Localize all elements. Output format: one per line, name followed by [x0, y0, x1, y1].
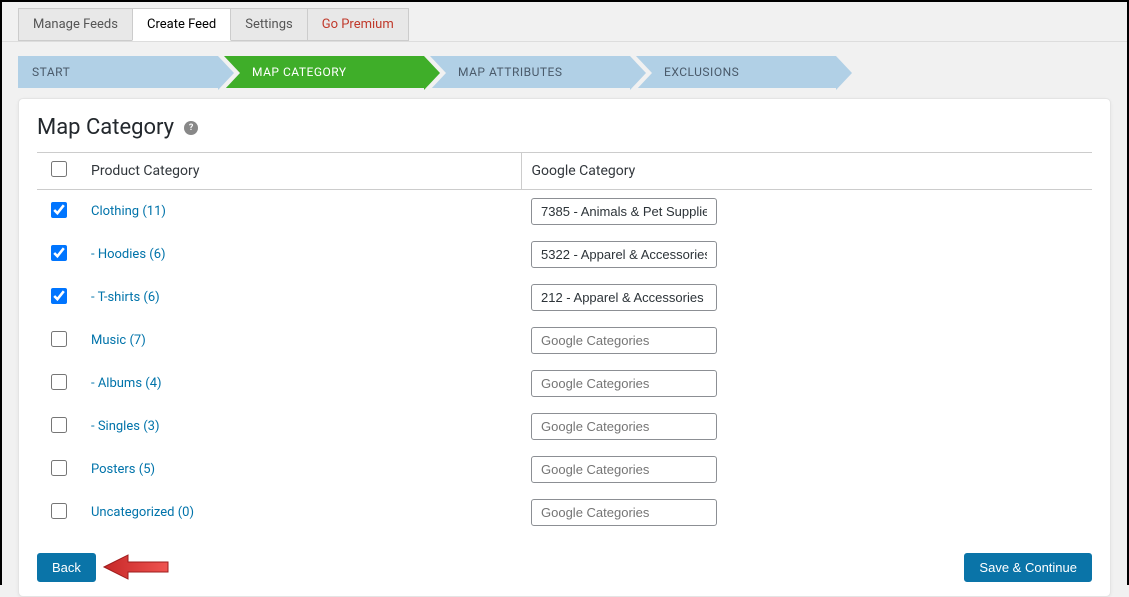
product-category-cell[interactable]: Music (7) — [81, 319, 521, 362]
product-category-cell[interactable]: - T-shirts (6) — [81, 276, 521, 319]
wizard-steps: START MAP CATEGORY MAP ATTRIBUTES EXCLUS… — [2, 41, 1127, 98]
table-row: Uncategorized (0) — [37, 491, 1092, 534]
table-row: Clothing (11) — [37, 190, 1092, 234]
row-checkbox[interactable] — [51, 460, 67, 476]
google-category-input[interactable] — [531, 456, 717, 483]
step-exclusions[interactable]: EXCLUSIONS — [636, 56, 836, 88]
select-all-checkbox[interactable] — [51, 161, 67, 177]
row-checkbox[interactable] — [51, 374, 67, 390]
table-row: - T-shirts (6) — [37, 276, 1092, 319]
arrow-annotation-icon — [102, 552, 172, 582]
row-checkbox[interactable] — [51, 503, 67, 519]
step-map-attributes[interactable]: MAP ATTRIBUTES — [430, 56, 630, 88]
row-checkbox[interactable] — [51, 202, 67, 218]
tab-go-premium[interactable]: Go Premium — [307, 8, 409, 41]
row-checkbox[interactable] — [51, 245, 67, 261]
top-tabs: Manage Feeds Create Feed Settings Go Pre… — [2, 2, 1127, 41]
google-category-input[interactable] — [531, 413, 717, 440]
google-category-input[interactable] — [531, 499, 717, 526]
row-checkbox[interactable] — [51, 288, 67, 304]
google-category-input[interactable] — [531, 241, 717, 268]
page-title: Map Category — [37, 115, 174, 140]
save-continue-button[interactable]: Save & Continue — [964, 553, 1092, 582]
category-table: Product Category Google Category Clothin… — [37, 152, 1092, 534]
category-card: Map Category ? Product Category Google C… — [18, 98, 1111, 597]
step-start[interactable]: START — [18, 56, 218, 88]
table-row: - Albums (4) — [37, 362, 1092, 405]
table-row: Posters (5) — [37, 448, 1092, 491]
product-category-cell[interactable]: - Singles (3) — [81, 405, 521, 448]
tab-settings[interactable]: Settings — [230, 8, 307, 41]
product-category-cell[interactable]: Clothing (11) — [81, 190, 521, 234]
row-checkbox[interactable] — [51, 331, 67, 347]
col-product-category: Product Category — [81, 153, 521, 190]
step-map-category[interactable]: MAP CATEGORY — [224, 56, 424, 88]
google-category-input[interactable] — [531, 198, 717, 225]
google-category-input[interactable] — [531, 327, 717, 354]
google-category-input[interactable] — [531, 370, 717, 397]
product-category-cell[interactable]: - Albums (4) — [81, 362, 521, 405]
google-category-input[interactable] — [531, 284, 717, 311]
help-icon[interactable]: ? — [184, 121, 198, 135]
tab-manage-feeds[interactable]: Manage Feeds — [18, 8, 133, 41]
product-category-cell[interactable]: Posters (5) — [81, 448, 521, 491]
row-checkbox[interactable] — [51, 417, 67, 433]
product-category-cell[interactable]: - Hoodies (6) — [81, 233, 521, 276]
product-category-cell[interactable]: Uncategorized (0) — [81, 491, 521, 534]
table-row: Music (7) — [37, 319, 1092, 362]
back-button[interactable]: Back — [37, 553, 96, 582]
table-row: - Hoodies (6) — [37, 233, 1092, 276]
col-google-category: Google Category — [521, 153, 1092, 190]
table-row: - Singles (3) — [37, 405, 1092, 448]
tab-create-feed[interactable]: Create Feed — [132, 8, 231, 41]
